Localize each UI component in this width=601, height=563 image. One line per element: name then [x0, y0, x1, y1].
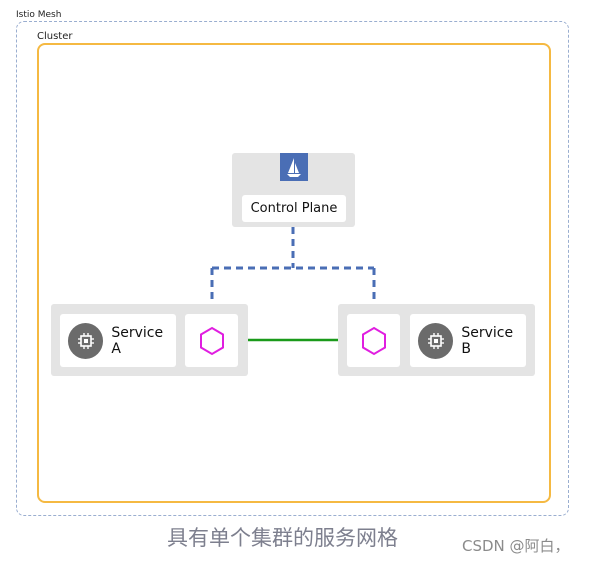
proxy-a	[185, 314, 238, 367]
chip-icon	[68, 322, 104, 359]
connectors	[208, 227, 378, 345]
istio-sail-icon	[280, 153, 308, 181]
service-b-card: Service B	[410, 314, 526, 367]
envoy-hexagon-icon	[199, 326, 224, 355]
chip-icon	[418, 322, 454, 359]
control-plane-label: Control Plane	[242, 195, 346, 222]
service-a-label: Service A	[111, 324, 164, 357]
figure-caption: 具有单个集群的服务网格	[167, 526, 398, 550]
service-a-group: Service A	[51, 304, 248, 376]
watermark: CSDN @阿白，	[462, 537, 570, 555]
service-a-card: Service A	[60, 314, 176, 367]
envoy-hexagon-icon	[361, 326, 386, 355]
service-b-group: Service B	[338, 304, 535, 376]
service-b-label: Service B	[461, 324, 514, 357]
proxy-b	[347, 314, 400, 367]
